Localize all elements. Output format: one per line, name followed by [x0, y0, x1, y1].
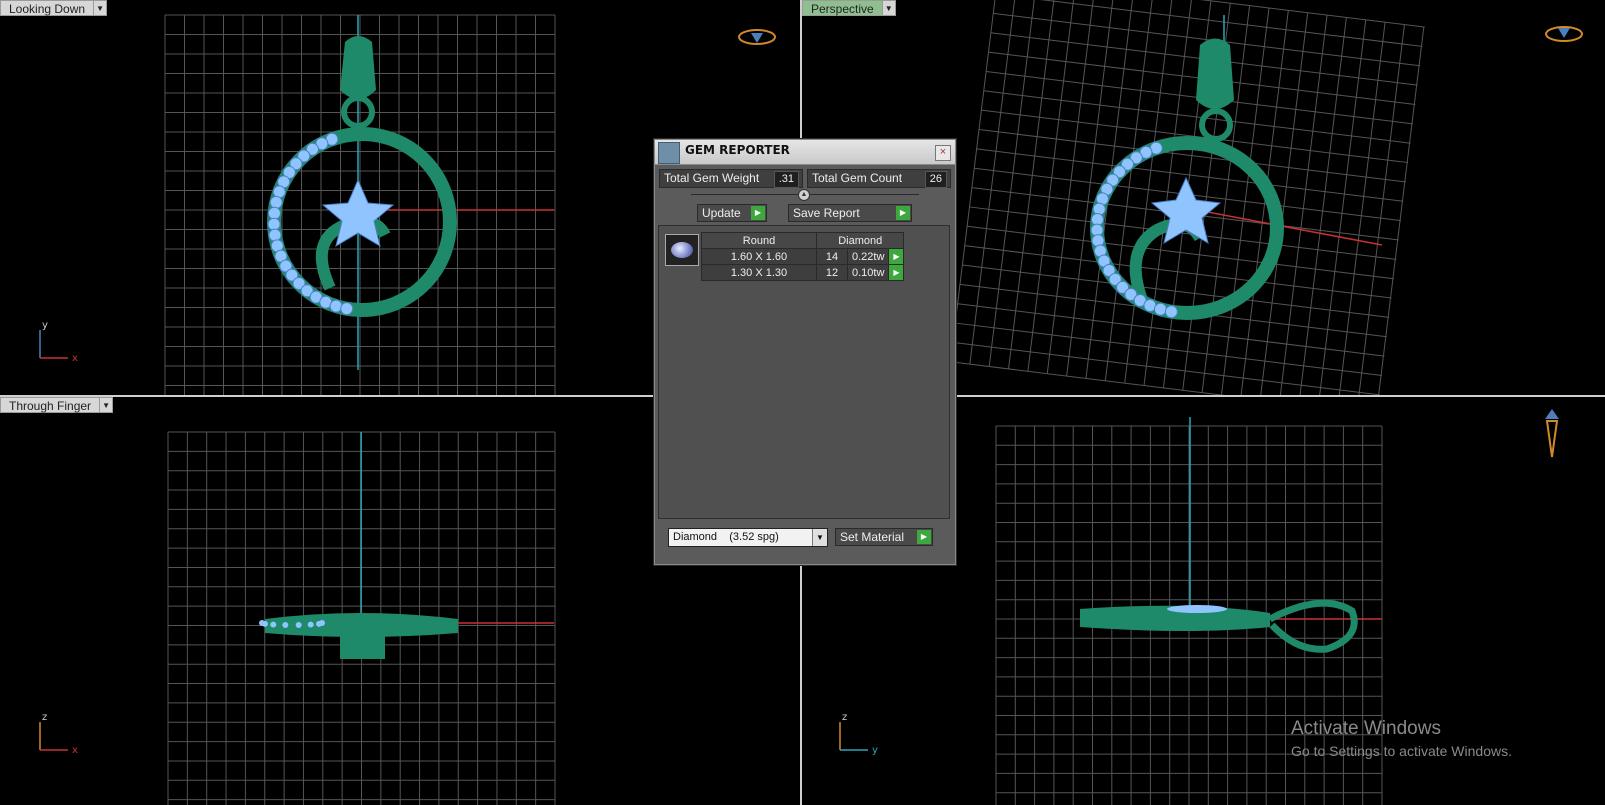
- chevron-down-icon[interactable]: ▼: [100, 397, 114, 413]
- gem-count: 14: [816, 248, 848, 265]
- viewport-label-perspective[interactable]: Perspective ▼: [802, 0, 896, 16]
- gem-table-header: Round Diamond: [701, 232, 905, 249]
- material-select-value: Diamond (3.52 spg): [673, 531, 779, 543]
- gem-size: 1.30 X 1.30: [701, 264, 817, 281]
- chevron-down-icon[interactable]: ▼: [812, 529, 827, 546]
- save-report-label: Save Report: [793, 206, 860, 220]
- watermark-subtitle: Go to Settings to activate Windows.: [1291, 743, 1512, 759]
- viewport-label-text: Looking Down: [0, 0, 95, 16]
- axis-h-label: x: [72, 745, 78, 756]
- play-icon[interactable]: ▶: [888, 264, 905, 281]
- material-header: Diamond: [815, 232, 905, 249]
- play-icon[interactable]: ▶: [751, 206, 765, 220]
- material-select[interactable]: Diamond (3.52 spg) ▼: [668, 528, 828, 547]
- set-material-button[interactable]: Set Material ▶: [835, 528, 933, 546]
- viewport-label-through-finger[interactable]: Through Finger ▼: [0, 397, 114, 413]
- total-gem-weight-label: Total Gem Weight: [664, 171, 760, 185]
- view-orientation-icon[interactable]: [735, 25, 779, 49]
- watermark-title: Activate Windows: [1291, 718, 1441, 739]
- total-gem-count-value: 26: [924, 171, 947, 188]
- axis-h-label: x: [72, 353, 78, 364]
- total-gem-weight-value: .31: [773, 171, 799, 188]
- gem-count: 12: [816, 264, 848, 281]
- gem-table: Round Diamond 1.60 X 1.60 14 0.22tw ▶ 1.…: [701, 232, 905, 281]
- round-gem-icon[interactable]: [665, 234, 699, 266]
- play-icon[interactable]: ▶: [888, 248, 905, 265]
- activate-windows-watermark: Activate Windows Go to Settings to activ…: [1291, 718, 1512, 759]
- close-icon[interactable]: ×: [935, 145, 951, 161]
- play-icon[interactable]: ▶: [896, 206, 910, 220]
- total-gem-weight-field: Total Gem Weight .31: [659, 169, 803, 188]
- axis-v-label: y: [42, 320, 48, 331]
- update-label: Update: [702, 206, 741, 220]
- view-orientation-icon[interactable]: [1542, 22, 1586, 46]
- axis-v-label: z: [842, 712, 847, 723]
- axis-triad-icon: z x: [39, 712, 78, 756]
- oval-gem-shape: [671, 242, 693, 258]
- table-row[interactable]: 1.30 X 1.30 12 0.10tw ▶: [701, 264, 905, 281]
- chevron-down-icon[interactable]: ▼: [94, 0, 108, 16]
- save-report-button[interactable]: Save Report ▶: [788, 204, 912, 222]
- view-orientation-icon[interactable]: [1537, 407, 1567, 462]
- gem-weight: 0.10tw: [846, 264, 890, 281]
- gem-size: 1.60 X 1.60: [701, 248, 817, 265]
- axis-v-label: z: [42, 712, 47, 723]
- viewport-label-looking-down[interactable]: Looking Down ▼: [0, 0, 108, 16]
- axis-triad-icon: z y: [839, 712, 878, 756]
- viewport-label-text: Perspective: [802, 0, 883, 16]
- panel-title: GEM REPORTER: [685, 143, 790, 157]
- shape-header: Round: [701, 232, 817, 249]
- total-gem-count-label: Total Gem Count: [812, 171, 903, 185]
- axis-h-label: y: [872, 745, 878, 756]
- axis-triad-icon: y x: [39, 320, 78, 364]
- gem-weight: 0.22tw: [846, 248, 890, 265]
- viewport-label-text: Through Finger: [0, 397, 101, 413]
- total-gem-count-field: Total Gem Count 26: [807, 169, 951, 188]
- panel-title-bar[interactable]: GEM REPORTER ×: [655, 140, 955, 165]
- gem-reporter-panel: GEM REPORTER × Total Gem Weight .31 Tota…: [654, 139, 956, 565]
- update-button[interactable]: Update ▶: [697, 204, 767, 222]
- chevron-down-icon[interactable]: ▼: [882, 0, 896, 16]
- table-row[interactable]: 1.60 X 1.60 14 0.22tw ▶: [701, 248, 905, 265]
- play-icon[interactable]: ▶: [917, 530, 931, 544]
- set-material-label: Set Material: [840, 530, 905, 544]
- gem-reporter-icon: [658, 142, 680, 164]
- collapse-toggle-icon[interactable]: ▲: [798, 189, 810, 201]
